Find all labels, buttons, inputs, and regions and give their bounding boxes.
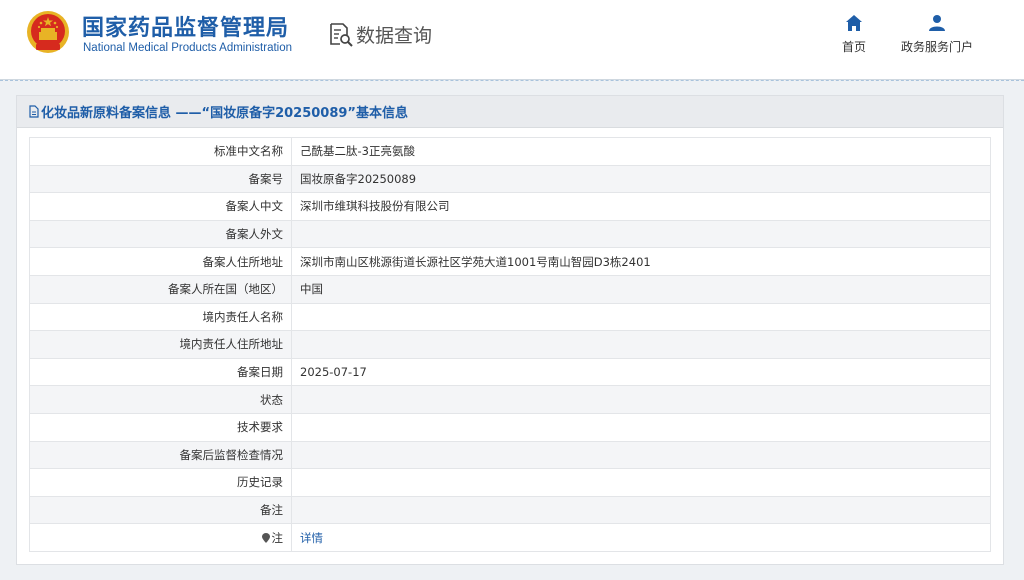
pin-icon	[261, 532, 270, 543]
detail-link[interactable]: 详情	[300, 531, 323, 545]
table-row: 备注	[29, 495, 991, 525]
data-query-link[interactable]: 数据查询	[328, 20, 432, 48]
row-key: 备案日期	[29, 357, 292, 387]
row-value	[291, 440, 991, 470]
row-key: 备案人中文	[29, 192, 292, 221]
row-key: 技术要求	[29, 412, 292, 442]
panel-title: 化妆品新原料备案信息 ——“国妆原备字20250089”基本信息	[41, 106, 408, 121]
note-key: 注	[29, 523, 292, 552]
row-value: 己酰基二肽-3正亮氨酸	[291, 137, 991, 166]
nav-home-label: 首页	[841, 40, 866, 54]
panel-header: 化妆品新原料备案信息 ——“国妆原备字20250089”基本信息	[17, 96, 1003, 128]
site-title-english: National Medical Products Administration	[83, 42, 293, 54]
row-value	[291, 412, 991, 442]
home-icon	[846, 15, 862, 31]
table-row: 备案人所在国（地区） 中国	[29, 274, 991, 304]
site-title: 国家药品监督管理局	[82, 16, 290, 41]
row-key: 备案人所在国（地区）	[29, 274, 292, 304]
row-value	[291, 468, 991, 497]
row-key: 备注	[29, 495, 292, 525]
header-divider	[0, 80, 1024, 81]
table-row: 技术要求	[29, 412, 991, 442]
document-icon	[29, 105, 39, 118]
row-value	[291, 219, 991, 249]
user-icon	[929, 15, 945, 31]
note-key-label: 注	[271, 530, 284, 545]
table-row: 境内责任人名称	[29, 302, 991, 332]
row-value	[291, 385, 991, 414]
row-key: 境内责任人名称	[29, 302, 292, 332]
table-row: 备案人中文 深圳市维琪科技股份有限公司	[29, 192, 991, 221]
table-row: 备案人外文	[29, 219, 991, 249]
row-value	[291, 495, 991, 525]
site-header: 国家药品监督管理局 National Medical Products Admi…	[0, 0, 1024, 80]
row-key: 境内责任人住所地址	[29, 330, 292, 359]
row-key: 历史记录	[29, 468, 292, 497]
row-value	[291, 330, 991, 359]
table-row: 备案号 国妆原备字20250089	[29, 164, 991, 194]
row-key: 备案号	[29, 164, 292, 194]
row-value: 中国	[291, 274, 991, 304]
row-key: 标准中文名称	[29, 137, 292, 166]
row-key: 备案人住所地址	[29, 247, 292, 276]
row-value: 深圳市南山区桃源街道长源社区学苑大道1001号南山智园D3栋2401	[291, 247, 991, 276]
record-detail-panel: 化妆品新原料备案信息 ——“国妆原备字20250089”基本信息 标准中文名称 …	[16, 95, 1004, 565]
note-value: 详情	[291, 523, 991, 552]
row-key: 备案人外文	[29, 219, 292, 249]
table-row: 状态	[29, 385, 991, 414]
nav-service-portal-label: 政务服务门户	[900, 40, 973, 54]
row-key: 状态	[29, 385, 292, 414]
table-row: 备案人住所地址 深圳市南山区桃源街道长源社区学苑大道1001号南山智园D3栋24…	[29, 247, 991, 276]
row-key: 备案后监督检查情况	[29, 440, 292, 470]
note-row: 注 详情	[29, 523, 991, 552]
table-row: 备案日期 2025-07-17	[29, 357, 991, 387]
row-value: 深圳市维琪科技股份有限公司	[291, 192, 991, 221]
row-value: 2025-07-17	[291, 357, 991, 387]
table-row: 标准中文名称 己酰基二肽-3正亮氨酸	[29, 137, 991, 166]
data-query-label: 数据查询	[356, 24, 433, 47]
table-row: 备案后监督检查情况	[29, 440, 991, 470]
info-table: 标准中文名称 己酰基二肽-3正亮氨酸 备案号 国妆原备字20250089 备案人…	[29, 137, 991, 552]
document-search-icon	[330, 23, 353, 47]
nav-home[interactable]: 首页	[838, 14, 870, 55]
table-row: 境内责任人住所地址	[29, 330, 991, 359]
table-row: 历史记录	[29, 468, 991, 497]
national-emblem-logo	[27, 11, 69, 53]
row-value: 国妆原备字20250089	[291, 164, 991, 194]
nav-service-portal[interactable]: 政务服务门户	[897, 14, 977, 55]
row-value	[291, 302, 991, 332]
